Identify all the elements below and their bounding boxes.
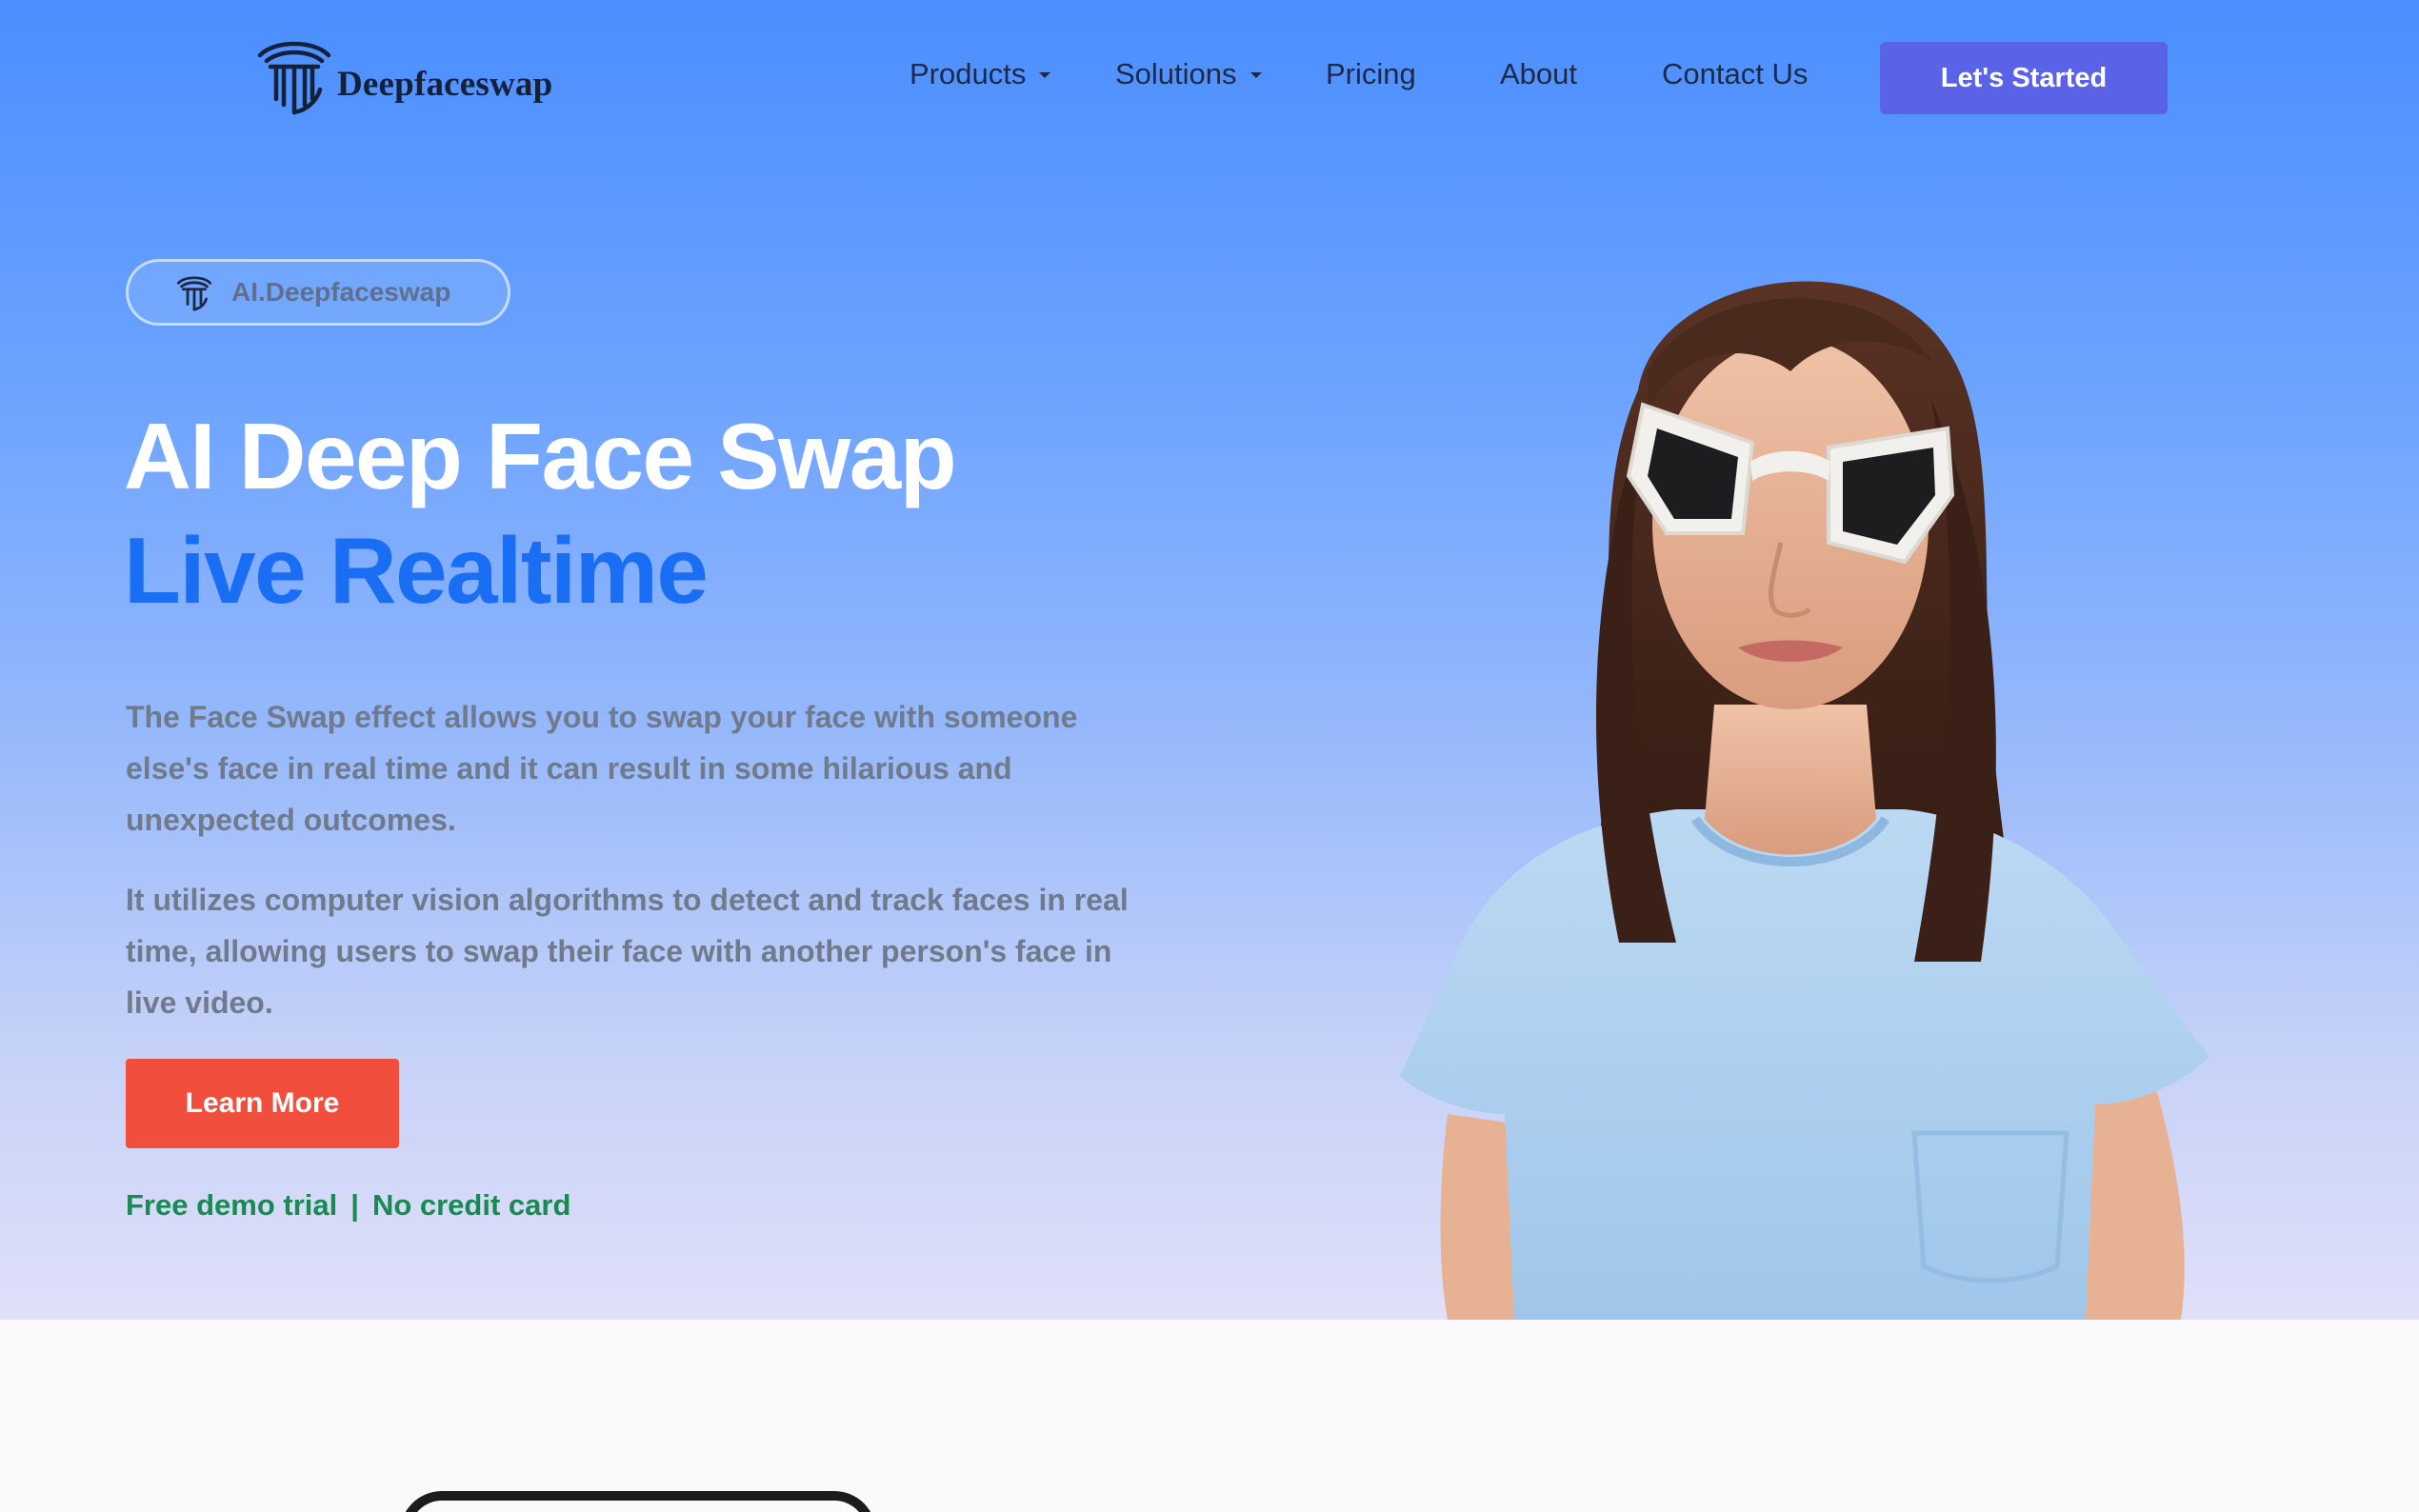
chevron-down-icon — [1039, 72, 1051, 78]
hero-description-2: It utilizes computer vision algorithms t… — [126, 883, 1129, 1020]
nav-contact-us[interactable]: Contact Us — [1662, 57, 1808, 91]
learn-more-button[interactable]: Learn More — [126, 1059, 399, 1148]
trial-note-separator: | — [350, 1188, 359, 1222]
lets-started-button[interactable]: Let's Started — [1880, 42, 2168, 114]
hero-description-1: The Face Swap effect allows you to swap … — [126, 700, 1078, 837]
hero-section: Deepfaceswap Products Solutions Pricing … — [0, 0, 2419, 1320]
brand-logo[interactable]: Deepfaceswap — [255, 34, 552, 116]
hero-title: AI Deep Face Swap — [124, 404, 957, 508]
nav-solutions-label: Solutions — [1115, 57, 1237, 90]
brand-name: Deepfaceswap — [337, 64, 553, 104]
hero-subtitle: Live Realtime — [124, 518, 709, 623]
hero-woman-image — [1400, 281, 2209, 1320]
next-section — [0, 1320, 2419, 1512]
nav-contact-label: Contact Us — [1662, 57, 1809, 90]
trial-note-right: No credit card — [371, 1188, 571, 1222]
nav-pricing[interactable]: Pricing — [1326, 57, 1416, 91]
phone-mockup — [400, 1491, 876, 1512]
nav-products-label: Products — [910, 57, 1027, 90]
nav-about-label: About — [1500, 57, 1578, 90]
nav-products[interactable]: Products — [910, 57, 1051, 91]
trial-note: Free demo trial | No credit card — [126, 1188, 570, 1223]
trial-note-left: Free demo trial — [126, 1188, 338, 1222]
chevron-down-icon — [1249, 72, 1262, 78]
badge-label: AI.Deepfaceswap — [231, 277, 451, 307]
brand-badge: AI.Deepfaceswap — [126, 259, 510, 326]
nav-about[interactable]: About — [1500, 57, 1577, 91]
pillar-logo-icon — [176, 276, 212, 311]
nav-solutions[interactable]: Solutions — [1115, 57, 1262, 91]
pillar-logo-icon — [257, 41, 331, 115]
nav-pricing-label: Pricing — [1326, 57, 1416, 90]
